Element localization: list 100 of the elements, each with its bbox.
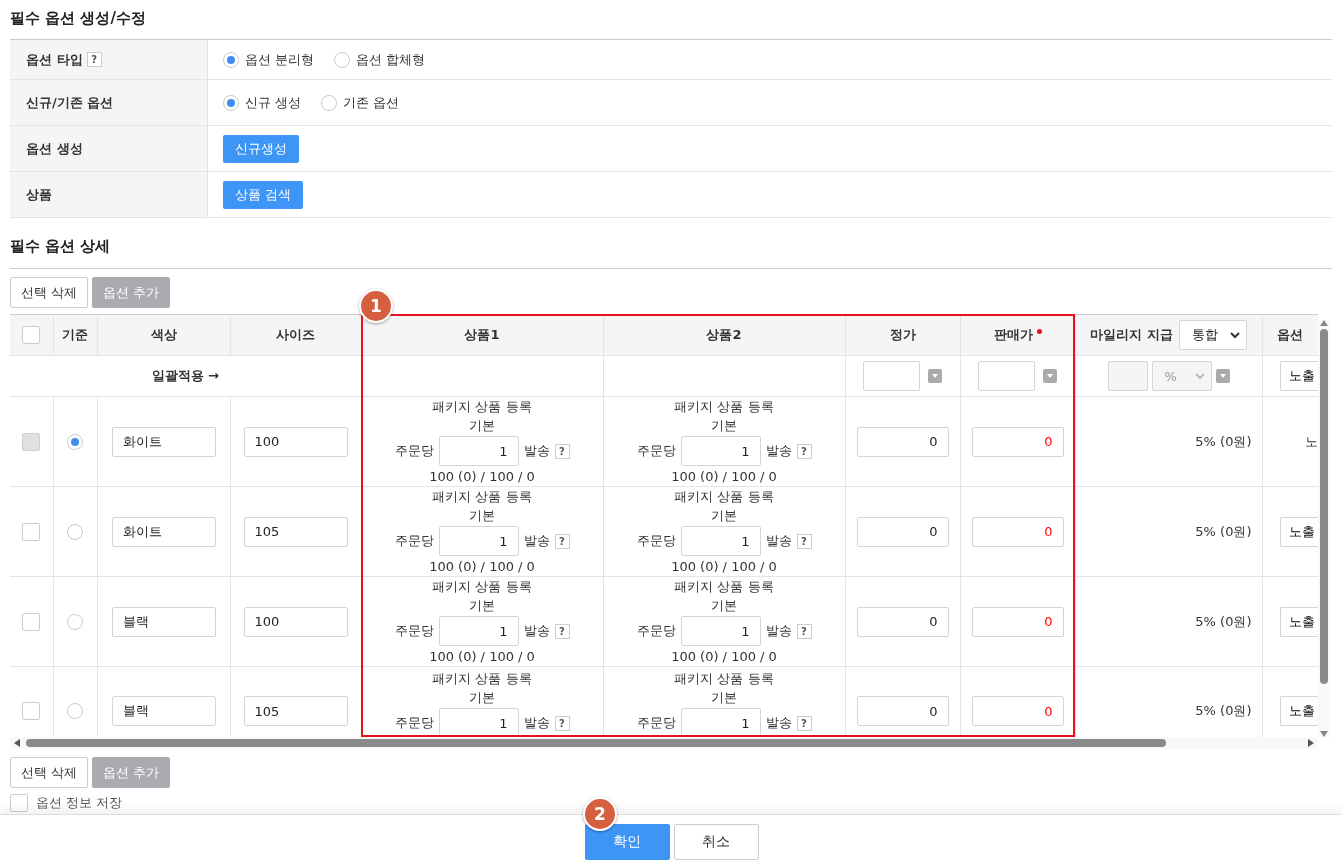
checkbox[interactable] (22, 612, 41, 631)
size-field[interactable]: 105 (243, 696, 348, 726)
apply-button[interactable] (928, 369, 942, 383)
scroll-left-icon[interactable] (14, 739, 20, 747)
package-label: 패키지 상품 등록 (431, 398, 533, 416)
per-order-label: 주문당 (636, 532, 676, 550)
delete-selected-button[interactable]: 선택 삭제 (10, 757, 89, 788)
mileage-text: 5% (0원) (1195, 613, 1252, 629)
stock-text: 100 (0) / 100 / 0 (428, 468, 536, 486)
form-label: 옵션 타입 (26, 50, 83, 69)
radio-icon[interactable] (67, 523, 83, 540)
ship-label: 발송 (523, 714, 550, 732)
size-field[interactable]: 105 (243, 516, 348, 547)
radio-icon[interactable] (334, 51, 351, 68)
radio-option[interactable]: 옵션 분리형 (223, 50, 315, 69)
radio-icon[interactable] (67, 703, 83, 719)
sale-price-field[interactable]: 0 (971, 606, 1064, 637)
list-price-field[interactable]: 0 (856, 606, 949, 637)
stock-text: 100 (0) / 100 / 0 (428, 558, 536, 576)
caret-icon (932, 374, 938, 378)
package-label: 패키지 상품 등록 (431, 578, 533, 596)
radio-option[interactable]: 옵션 합체형 (334, 50, 426, 69)
list-price-field[interactable]: 0 (856, 696, 949, 726)
form-label: 상품 (26, 185, 52, 204)
quantity-field[interactable]: 1 (438, 526, 519, 556)
type-label: 기본 (468, 417, 496, 435)
help-icon[interactable]: ? (554, 715, 570, 731)
checkbox[interactable] (22, 326, 41, 344)
list-price-field[interactable]: 0 (856, 516, 949, 547)
radio-icon[interactable] (67, 613, 83, 630)
radio-option[interactable]: 신규 생성 (223, 93, 302, 112)
apply-button[interactable] (1215, 369, 1230, 383)
sale-price-field[interactable]: 0 (971, 696, 1064, 726)
type-label: 기본 (468, 597, 496, 615)
bulk-apply-label: 일괄적용 → (151, 368, 219, 383)
visibility-button[interactable]: 노출 (1279, 606, 1318, 637)
size-field[interactable]: 100 (243, 606, 348, 637)
per-order-label: 주문당 (394, 714, 434, 732)
color-field[interactable]: 블랙 (111, 696, 216, 726)
help-icon[interactable]: ? (554, 533, 570, 549)
help-icon[interactable]: ? (86, 52, 102, 67)
checkbox[interactable] (10, 794, 28, 812)
vertical-scrollbar[interactable] (1318, 320, 1330, 737)
step-badge: 1 (359, 289, 393, 323)
ship-label: 발송 (765, 442, 792, 460)
ship-label: 발송 (523, 442, 550, 460)
scroll-up-icon[interactable] (1320, 320, 1328, 326)
quantity-field[interactable]: 1 (680, 708, 761, 737)
sale-price-field[interactable]: 0 (971, 516, 1064, 547)
column-header: 상품1 (464, 327, 500, 342)
quantity-field[interactable]: 1 (438, 708, 519, 737)
per-order-label: 주문당 (394, 442, 434, 460)
column-header: 마일리지 지급 (1090, 326, 1173, 342)
caret-icon (1047, 374, 1053, 378)
package-label: 패키지 상품 등록 (673, 398, 775, 416)
chevron-icon (1194, 372, 1205, 380)
radio-icon[interactable] (223, 51, 239, 68)
section-title: 필수 옵션 상세 (10, 228, 1332, 269)
delete-selected-button[interactable]: 선택 삭제 (10, 277, 89, 308)
ship-label: 발송 (523, 622, 550, 640)
help-icon[interactable]: ? (796, 623, 812, 639)
type-label: 기본 (710, 597, 738, 615)
column-header: 상품2 (706, 327, 742, 342)
help-icon[interactable]: ? (554, 623, 570, 639)
select-field[interactable]: 통합 (1178, 320, 1247, 350)
mileage-text: 5% (0원) (1195, 703, 1252, 718)
type-label: 기본 (710, 689, 738, 707)
checkbox[interactable] (22, 702, 41, 720)
help-icon[interactable]: ? (796, 715, 812, 731)
apply-button[interactable] (1043, 369, 1057, 383)
horizontal-scrollbar[interactable] (10, 737, 1318, 749)
quantity-field[interactable]: 1 (680, 616, 761, 646)
stock-text: 100 (0) / 100 / 0 (428, 648, 536, 666)
quantity-field[interactable]: 1 (680, 526, 761, 556)
radio-icon[interactable] (223, 94, 239, 111)
ship-label: 발송 (765, 714, 792, 732)
visibility-text: 노 (1304, 432, 1318, 451)
visibility-button[interactable]: 노출 (1279, 516, 1318, 547)
radio-option[interactable]: 기존 옵션 (321, 93, 400, 112)
save-option-label: 옵션 정보 저장 (36, 794, 123, 812)
cancel-button[interactable]: 취소 (673, 823, 759, 860)
visibility-button[interactable]: 노출 (1279, 696, 1318, 726)
type-label: 기본 (710, 507, 738, 525)
input-field[interactable] (863, 361, 920, 391)
scroll-down-icon[interactable] (1320, 731, 1328, 737)
input-field[interactable] (978, 361, 1035, 391)
visibility-button[interactable]: 노출 (1279, 361, 1318, 391)
package-label: 패키지 상품 등록 (431, 488, 533, 506)
checkbox[interactable] (22, 522, 41, 541)
help-icon[interactable]: ? (796, 533, 812, 549)
color-field[interactable]: 화이트 (111, 516, 216, 547)
stock-text: 100 (0) / 100 / 0 (670, 558, 778, 576)
type-label: 기본 (710, 417, 738, 435)
quantity-field[interactable]: 1 (438, 616, 519, 646)
scroll-right-icon[interactable] (1308, 739, 1314, 747)
package-label: 패키지 상품 등록 (673, 488, 775, 506)
input-field[interactable] (1107, 361, 1148, 391)
column-header: 색상 (150, 327, 177, 342)
radio-icon[interactable] (321, 94, 338, 111)
color-field[interactable]: 블랙 (111, 606, 216, 637)
